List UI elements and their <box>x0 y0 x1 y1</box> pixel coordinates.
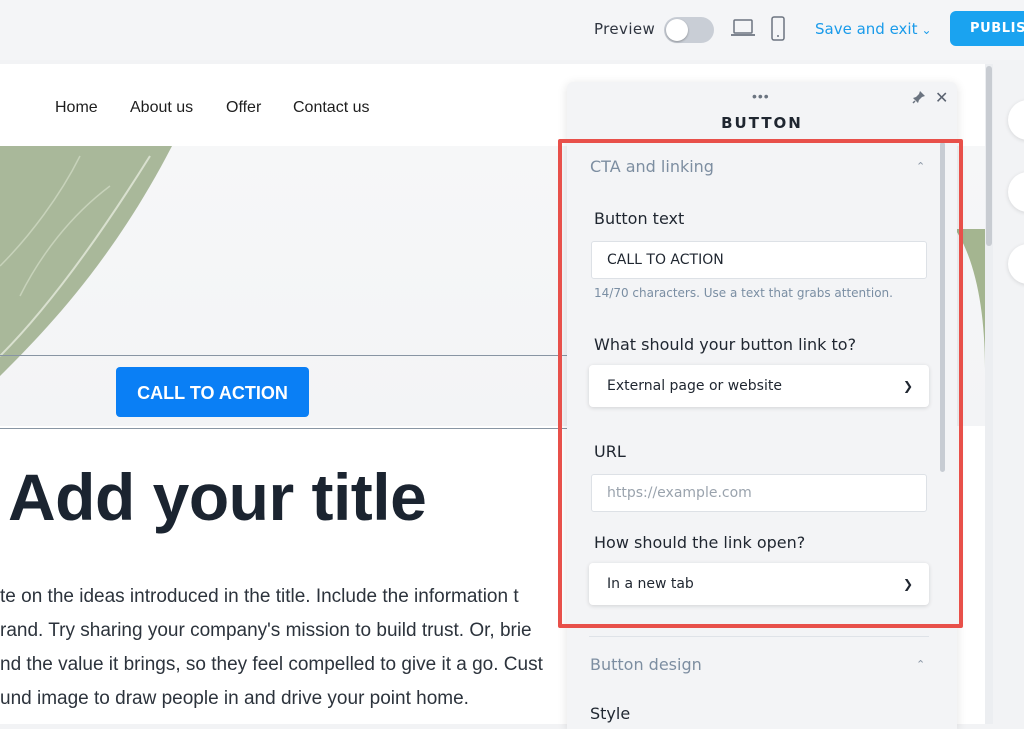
chevron-up-icon[interactable]: ⌃ <box>916 658 925 671</box>
link-target-value: External page or website <box>607 378 782 394</box>
divider-line <box>0 355 600 356</box>
chevron-down-icon: ⌄ <box>921 23 932 37</box>
body-text-line[interactable]: te on the ideas introduced in the title.… <box>0 586 519 608</box>
top-toolbar: Preview Save and exit⌄ PUBLISH <box>0 0 1024 60</box>
body-text-line[interactable]: nd the value it brings, so they feel com… <box>0 654 543 676</box>
link-target-select[interactable]: External page or website ❯ <box>589 365 929 407</box>
chevron-down-icon: ❯ <box>902 379 913 393</box>
nav-link-offer[interactable]: Offer <box>226 99 261 117</box>
floating-tool-button[interactable] <box>1008 172 1024 212</box>
floating-tool-button[interactable] <box>1008 100 1024 140</box>
save-and-exit-button[interactable]: Save and exit ⌄ <box>815 20 932 38</box>
publish-button[interactable]: PUBLISH <box>950 11 1024 46</box>
panel-title: BUTTON <box>721 114 803 132</box>
save-and-exit-label: Save and exit <box>815 20 918 38</box>
divider-line <box>0 428 600 429</box>
phone-icon[interactable] <box>770 16 786 47</box>
chevron-down-icon: ❯ <box>902 577 913 591</box>
url-input[interactable]: https://example.com <box>591 474 927 512</box>
leaf-image-right <box>955 229 985 369</box>
laptop-icon[interactable] <box>730 17 756 44</box>
panel-scrollbar[interactable] <box>940 142 945 472</box>
button-text-label: Button text <box>594 209 685 228</box>
section-divider <box>589 636 929 637</box>
leaf-image <box>0 146 172 376</box>
button-text-input[interactable]: CALL TO ACTION <box>591 241 927 279</box>
button-text-helper: 14/70 characters. Use a text that grabs … <box>594 286 893 300</box>
preview-toggle[interactable] <box>664 17 714 43</box>
page-title[interactable]: Add your title <box>8 459 427 535</box>
body-text-line[interactable]: rand. Try sharing your company's mission… <box>0 620 532 642</box>
nav-link-home[interactable]: Home <box>55 99 98 117</box>
link-open-label: How should the link open? <box>594 533 806 552</box>
body-text-line[interactable]: und image to draw people in and drive yo… <box>0 688 469 710</box>
url-label: URL <box>594 442 626 461</box>
toggle-knob <box>666 19 688 41</box>
style-label: Style <box>590 704 631 723</box>
pin-icon[interactable] <box>912 90 926 109</box>
link-target-label: What should your button link to? <box>594 335 857 354</box>
nav-link-contact[interactable]: Contact us <box>293 99 369 117</box>
section-cta-linking[interactable]: CTA and linking <box>590 157 714 176</box>
drag-handle-icon[interactable]: ••• <box>752 88 770 104</box>
link-open-select[interactable]: In a new tab ❯ <box>589 563 929 605</box>
scrollbar-thumb[interactable] <box>986 66 992 246</box>
close-icon[interactable]: ✕ <box>935 88 948 108</box>
button-settings-panel: ••• ✕ BUTTON CTA and linking ⌃ Button te… <box>567 82 957 729</box>
preview-label: Preview <box>594 20 656 38</box>
cta-button[interactable]: CALL TO ACTION <box>116 367 309 417</box>
floating-tool-button[interactable] <box>1008 244 1024 284</box>
section-button-design[interactable]: Button design <box>590 655 702 674</box>
link-open-value: In a new tab <box>607 576 694 592</box>
nav-link-about[interactable]: About us <box>130 99 193 117</box>
canvas-scrollbar[interactable] <box>985 64 993 724</box>
chevron-up-icon[interactable]: ⌃ <box>916 160 925 173</box>
